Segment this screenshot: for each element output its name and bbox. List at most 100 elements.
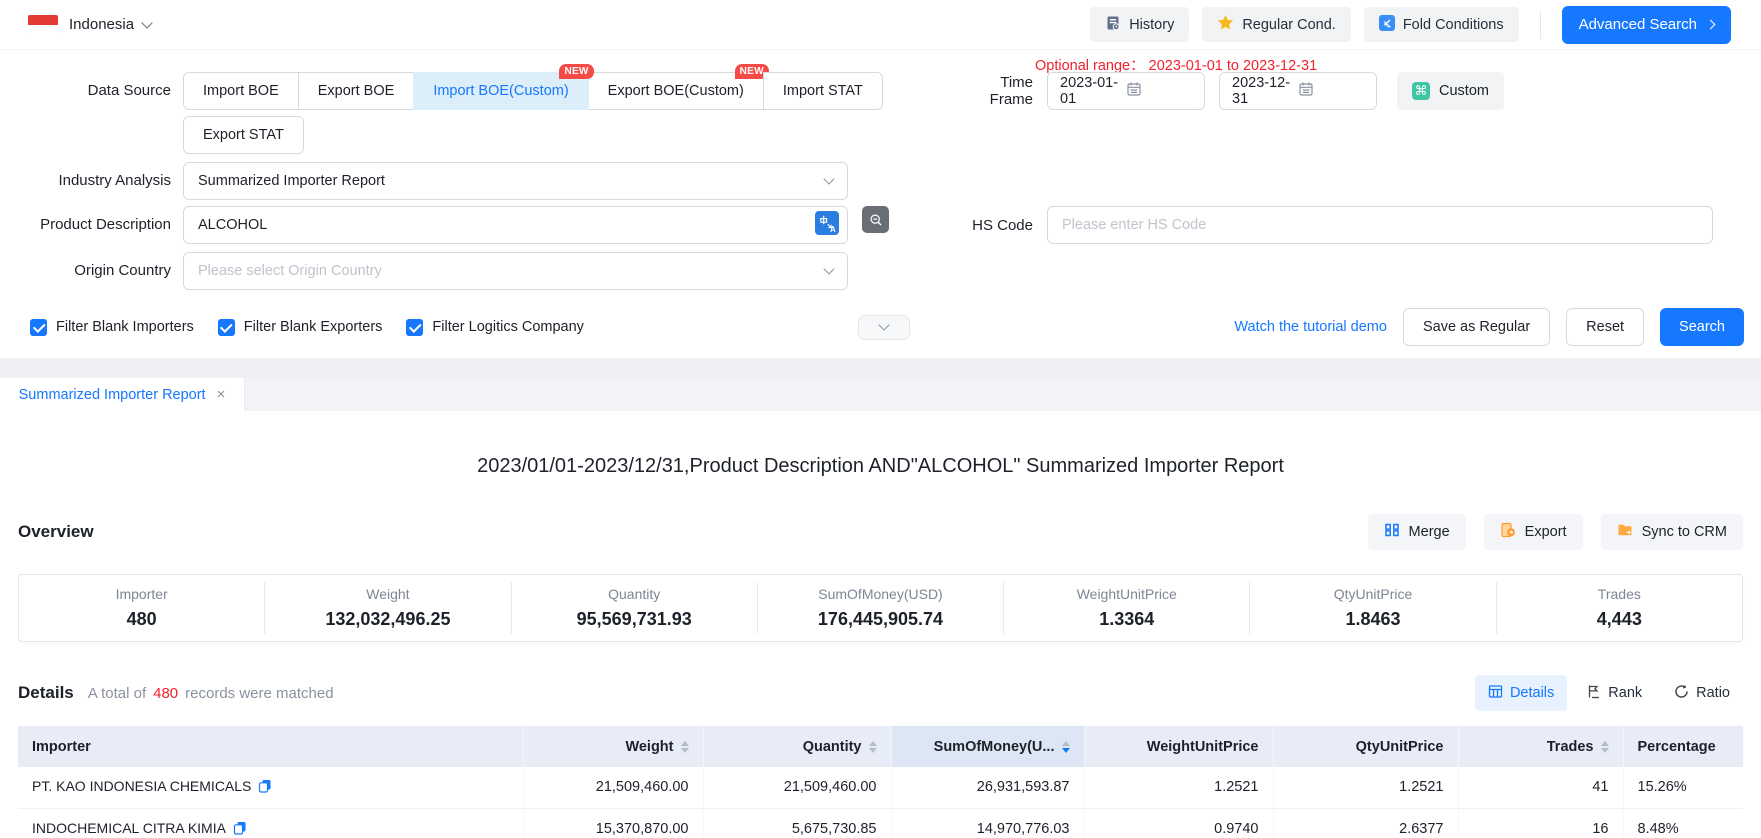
history-button[interactable]: History [1090,7,1189,42]
report-title: 2023/01/01-2023/12/31,Product Descriptio… [18,455,1743,478]
tab-import-stat[interactable]: Import STAT [763,72,883,110]
stat-weight-unit-price: WeightUnitPrice 1.3364 [1003,582,1249,634]
stat-value: 4,443 [1497,609,1742,630]
country-selector-label[interactable]: Indonesia [69,16,134,33]
industry-label: Industry Analysis [0,162,171,200]
advanced-search-label: Advanced Search [1579,16,1697,33]
table-grid-icon [1488,684,1503,703]
stat-value: 132,032,496.25 [265,609,510,630]
checkbox-checked-icon [218,319,235,336]
history-icon [1105,15,1121,35]
checkbox-checked-icon [30,319,47,336]
reset-button[interactable]: Reset [1566,308,1644,346]
sync-to-crm-button[interactable]: Sync to CRM [1601,514,1743,550]
hs-code-group: HS Code [955,206,1713,244]
fold-conditions-button[interactable]: Fold Conditions [1364,7,1519,42]
origin-row: Origin Country Please select Origin Coun… [0,252,1761,290]
date-from-input[interactable]: 2023-01-01 [1047,72,1205,110]
stat-label: Quantity [512,586,757,602]
custom-label: Custom [1439,83,1489,99]
sort-icon-active-desc[interactable] [1062,741,1070,753]
tab-import-boe[interactable]: Import BOE [183,72,299,110]
indonesia-flag-icon [28,15,58,35]
col-percentage[interactable]: Percentage [1623,726,1743,767]
filters-actions-row: Filter Blank Importers Filter Blank Expo… [0,308,1761,346]
origin-select[interactable]: Please select Origin Country [183,252,848,290]
copy-icon[interactable] [233,822,247,838]
collapse-conditions-button[interactable] [858,315,910,340]
origin-placeholder: Please select Origin Country [198,263,382,279]
col-weight[interactable]: Weight [523,726,703,767]
save-as-regular-button[interactable]: Save as Regular [1403,308,1550,346]
overview-heading: Overview [18,522,94,542]
filter-blank-importers-label: Filter Blank Importers [56,319,194,335]
cell-trades: 16 [1458,808,1623,838]
fuzzy-search-icon[interactable] [862,206,889,233]
advanced-search-button[interactable]: Advanced Search [1562,6,1731,44]
tab-export-stat[interactable]: Export STAT [183,116,304,154]
custom-range-button[interactable]: ⌘ Custom [1397,72,1504,110]
stat-importer: Importer 480 [19,582,264,634]
close-icon[interactable]: × [217,386,226,403]
sort-icon[interactable] [681,741,689,753]
merge-button[interactable]: Merge [1368,514,1466,550]
regular-cond-label: Regular Cond. [1242,17,1336,33]
sort-icon[interactable] [1601,741,1609,753]
importer-name-link[interactable]: INDOCHEMICAL CITRA KIMIA [32,820,226,836]
toggle-rank[interactable]: Rank [1573,675,1655,711]
calendar-icon [1126,81,1192,101]
merge-label: Merge [1409,524,1450,540]
col-quantity[interactable]: Quantity [703,726,891,767]
data-source-tabs: Import BOE Export BOE Import BOE(Custom)… [183,72,883,110]
result-tabstrip: Summarized Importer Report × [0,378,1761,411]
filter-blank-exporters-label: Filter Blank Exporters [244,319,383,335]
stat-value: 1.8463 [1250,609,1495,630]
toggle-details[interactable]: Details [1475,675,1567,711]
tab-export-boe[interactable]: Export BOE [298,72,415,110]
col-qty-unit-price[interactable]: QtyUnitPrice [1273,726,1458,767]
hs-code-label: HS Code [955,217,1033,234]
col-importer[interactable]: Importer [18,726,523,767]
stat-value: 176,445,905.74 [758,609,1003,630]
filter-logitics-company-checkbox[interactable]: Filter Logitics Company [406,319,584,336]
stat-value: 480 [19,609,264,630]
export-label: Export [1525,524,1567,540]
cell-qty-unit-price: 2.6377 [1273,808,1458,838]
search-button[interactable]: Search [1660,308,1744,346]
cell-qty-unit-price: 1.2521 [1273,767,1458,808]
svg-text:A: A [830,225,836,234]
chevron-down-icon [878,319,889,330]
filter-blank-importers-checkbox[interactable]: Filter Blank Importers [30,319,194,336]
chevron-right-icon [1706,20,1716,30]
chevron-down-icon[interactable] [141,17,152,28]
importer-name-link[interactable]: PT. KAO INDONESIA CHEMICALS [32,778,251,794]
industry-select[interactable]: Summarized Importer Report [183,162,848,200]
tutorial-link[interactable]: Watch the tutorial demo [1234,319,1387,335]
col-importer-label: Importer [32,739,91,755]
translate-icon[interactable]: A [815,211,839,239]
filter-blank-exporters-checkbox[interactable]: Filter Blank Exporters [218,319,383,336]
tab-export-boe-custom[interactable]: Export BOE(Custom) NEW [588,72,764,110]
sync-to-crm-label: Sync to CRM [1642,524,1727,540]
rank-flag-icon [1586,684,1601,703]
copy-icon[interactable] [258,780,272,796]
cell-trades: 41 [1458,767,1623,808]
export-button[interactable]: Export [1484,514,1583,550]
hs-code-input[interactable] [1047,206,1713,244]
stat-quantity: Quantity 95,569,731.93 [511,582,757,634]
table-row: INDOCHEMICAL CITRA KIMIA 15,370,870.00 5… [18,808,1743,838]
result-tab-summarized-importer-report[interactable]: Summarized Importer Report × [0,378,245,411]
regular-cond-button[interactable]: Regular Cond. [1202,7,1351,42]
col-qup-label: QtyUnitPrice [1356,739,1444,755]
checkbox-checked-icon [406,319,423,336]
product-input[interactable] [198,217,815,233]
sort-icon[interactable] [869,741,877,753]
tab-import-boe-custom[interactable]: Import BOE(Custom) NEW [413,72,588,110]
date-to-input[interactable]: 2023-12-31 [1219,72,1377,110]
col-weight-unit-price[interactable]: WeightUnitPrice [1084,726,1273,767]
col-sum-of-money[interactable]: SumOfMoney(U... [891,726,1084,767]
stat-value: 95,569,731.93 [512,609,757,630]
toggle-ratio[interactable]: Ratio [1661,675,1743,711]
table-header-row: Importer Weight Quantity SumOfMoney(U...… [18,726,1743,767]
col-trades[interactable]: Trades [1458,726,1623,767]
